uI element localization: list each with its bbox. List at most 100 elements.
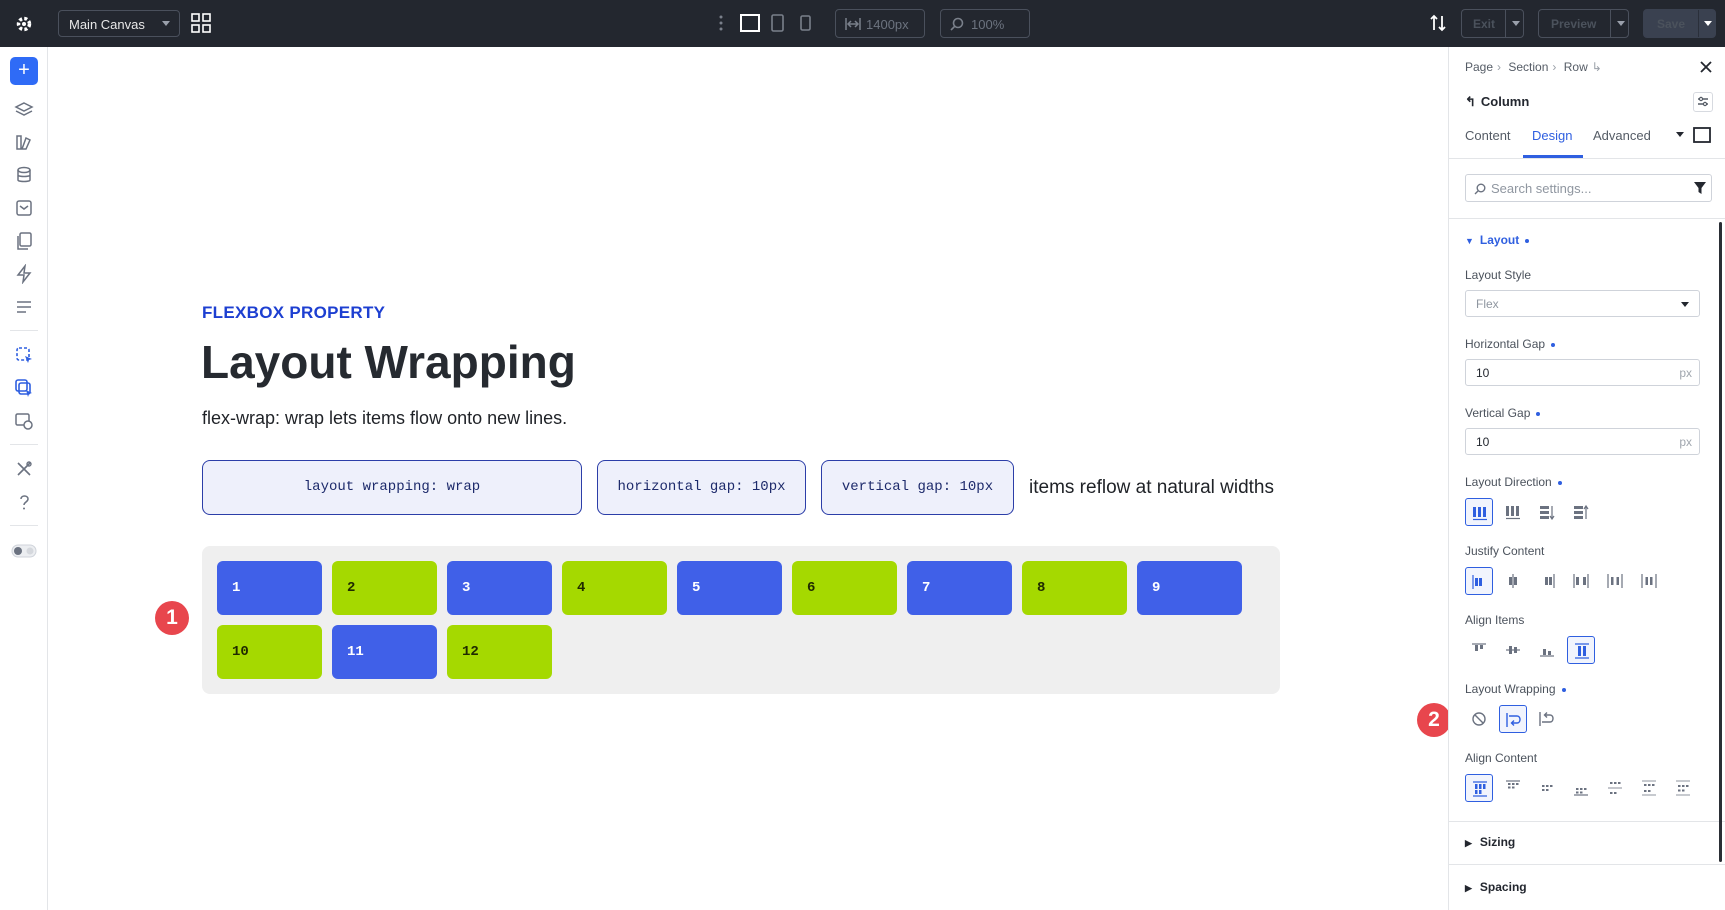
flex-item[interactable]: 1	[217, 561, 322, 615]
tab-advanced[interactable]: Advanced	[1593, 128, 1651, 143]
unit-label[interactable]: px	[1679, 435, 1692, 449]
flex-item[interactable]: 4	[562, 561, 667, 615]
save-button[interactable]: Save	[1643, 9, 1716, 38]
breadcrumb-row[interactable]: Row	[1564, 60, 1588, 74]
multi-select-icon[interactable]	[14, 378, 34, 398]
back-arrow-icon[interactable]: ↰	[1465, 94, 1476, 109]
align-content-stretch-button[interactable]	[1465, 774, 1493, 802]
direction-row-button[interactable]	[1465, 498, 1493, 526]
align-content-space-around-button[interactable]	[1635, 774, 1663, 802]
pages-icon[interactable]	[14, 231, 34, 251]
tabs-dropdown-icon[interactable]	[1675, 131, 1685, 139]
flex-item[interactable]: 12	[447, 625, 552, 679]
desktop-view-icon[interactable]	[740, 14, 760, 32]
zoom-field[interactable]: 100%	[940, 9, 1030, 38]
filter-icon[interactable]	[1693, 181, 1707, 195]
horizontal-gap-input[interactable]: 10 px	[1465, 359, 1700, 386]
tablet-view-icon[interactable]	[771, 14, 784, 32]
grid-view-icon[interactable]	[191, 13, 211, 33]
justify-space-around-button[interactable]	[1601, 567, 1629, 595]
layout-section-toggle[interactable]: ▼ Layout	[1465, 233, 1530, 247]
help-icon[interactable]	[14, 492, 34, 512]
database-icon[interactable]	[14, 165, 34, 185]
save-chevron-down-icon[interactable]	[1704, 21, 1712, 26]
settings-gear-icon[interactable]	[12, 12, 36, 36]
preview-box-icon[interactable]	[1693, 127, 1711, 143]
wrap-button[interactable]	[1499, 705, 1527, 733]
lightning-icon[interactable]	[14, 264, 34, 284]
flex-item[interactable]: 7	[907, 561, 1012, 615]
canvas-select[interactable]: Main Canvas	[58, 10, 180, 37]
click-select-icon[interactable]	[14, 345, 34, 365]
toggle-switch-icon[interactable]	[11, 541, 37, 561]
child-arrow-icon: ↳	[1591, 60, 1602, 74]
align-end-button[interactable]	[1533, 636, 1561, 664]
direction-row-reverse-button[interactable]	[1499, 498, 1527, 526]
wrap-reverse-button[interactable]	[1533, 705, 1561, 733]
flex-item[interactable]: 6	[792, 561, 897, 615]
align-center-button[interactable]	[1499, 636, 1527, 664]
align-content-space-between-button[interactable]	[1601, 774, 1629, 802]
element-options-button[interactable]	[1693, 92, 1713, 112]
align-start-button[interactable]	[1465, 636, 1493, 664]
flex-item[interactable]: 11	[332, 625, 437, 679]
more-vertical-icon[interactable]	[718, 14, 724, 32]
sliders-icon	[1698, 96, 1708, 107]
justify-center-button[interactable]	[1499, 567, 1527, 595]
justify-space-evenly-button[interactable]	[1635, 567, 1663, 595]
direction-column-reverse-button[interactable]	[1567, 498, 1595, 526]
exit-chevron-down-icon[interactable]	[1512, 21, 1520, 26]
align-content-end-button[interactable]	[1567, 774, 1595, 802]
direction-column-button[interactable]	[1533, 498, 1561, 526]
preview-split-divider	[1610, 10, 1611, 37]
preview-button[interactable]: Preview	[1538, 9, 1629, 38]
panel-scrollbar[interactable]	[1719, 222, 1722, 862]
modified-dot	[1557, 480, 1562, 485]
theme-builder-icon[interactable]	[14, 411, 34, 431]
list-settings-icon[interactable]	[14, 297, 34, 317]
layers-icon[interactable]	[14, 100, 34, 120]
align-content-space-evenly-button[interactable]	[1669, 774, 1697, 802]
flex-item[interactable]: 9	[1137, 561, 1242, 615]
align-content-center-button[interactable]	[1533, 774, 1561, 802]
breadcrumb-page[interactable]: Page	[1465, 60, 1493, 74]
justify-start-button[interactable]	[1465, 567, 1493, 595]
sort-arrows-icon[interactable]	[1428, 13, 1448, 33]
flex-item[interactable]: 8	[1022, 561, 1127, 615]
flex-item[interactable]: 2	[332, 561, 437, 615]
design-library-icon[interactable]	[14, 132, 34, 152]
breadcrumb-section[interactable]: Section	[1508, 60, 1548, 74]
add-element-button[interactable]: +	[10, 57, 38, 85]
wrap-none-button[interactable]	[1465, 705, 1493, 733]
align-stretch-button[interactable]	[1567, 636, 1595, 664]
layout-wrapping-label: Layout Wrapping	[1465, 682, 1566, 696]
flex-item[interactable]: 10	[217, 625, 322, 679]
modified-dot	[1525, 238, 1530, 243]
sizing-section-toggle[interactable]: ▶ Sizing	[1465, 835, 1515, 849]
zoom-value: 100%	[971, 17, 1005, 32]
justify-space-between-button[interactable]	[1567, 567, 1595, 595]
settings-search-input[interactable]: Search settings...	[1465, 174, 1712, 202]
close-icon[interactable]	[1699, 60, 1713, 74]
unit-label[interactable]: px	[1679, 366, 1692, 380]
align-content-start-button[interactable]	[1499, 774, 1527, 802]
preview-chevron-down-icon[interactable]	[1617, 21, 1625, 26]
vertical-gap-label: Vertical Gap	[1465, 406, 1541, 420]
tools-icon[interactable]	[14, 459, 34, 479]
exit-button[interactable]: Exit	[1461, 9, 1524, 38]
flex-item[interactable]: 5	[677, 561, 782, 615]
save-split-divider	[1698, 10, 1699, 37]
templates-icon[interactable]	[14, 198, 34, 218]
phone-view-icon[interactable]	[800, 14, 811, 32]
flex-item[interactable]: 3	[447, 561, 552, 615]
spacing-section-toggle[interactable]: ▶ Spacing	[1465, 880, 1527, 894]
layout-style-select[interactable]: Flex	[1465, 290, 1700, 317]
tab-design[interactable]: Design	[1532, 128, 1572, 143]
justify-end-icon	[1545, 574, 1555, 588]
justify-end-button[interactable]	[1533, 567, 1561, 595]
info-chip: layout wrapping: wrap	[202, 460, 582, 515]
tab-content[interactable]: Content	[1465, 128, 1511, 143]
flex-container[interactable]: 1 2 3 4 5 6 7 8 9 10 11 12	[202, 546, 1280, 694]
canvas-width-field[interactable]: 1400px	[835, 9, 925, 38]
vertical-gap-input[interactable]: 10 px	[1465, 428, 1700, 455]
